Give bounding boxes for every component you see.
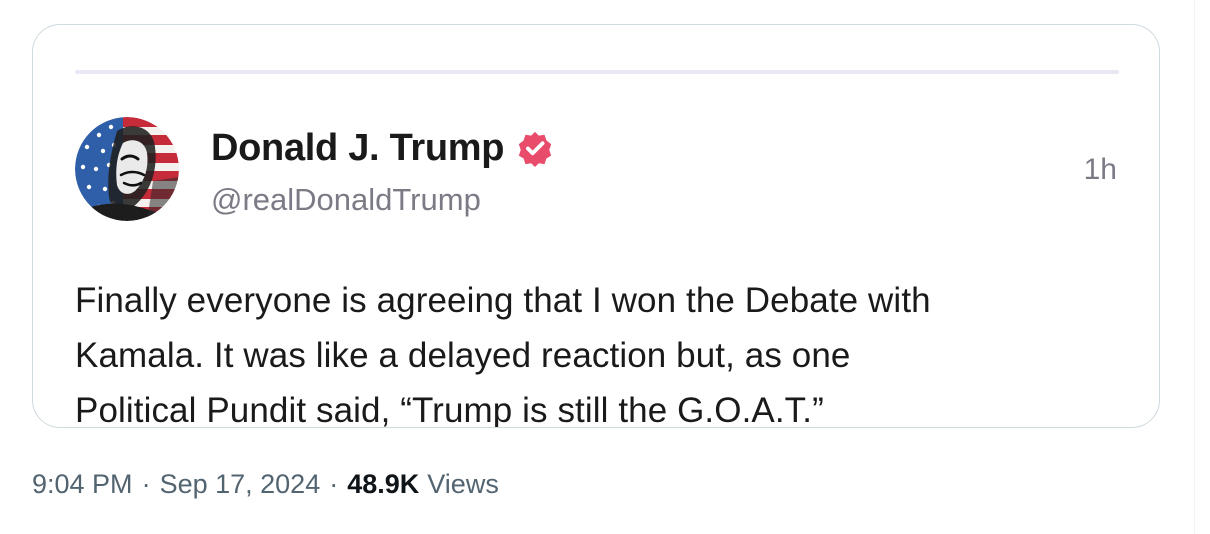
post-date-link[interactable]: Sep 17, 2024 xyxy=(160,466,321,502)
post-meta-footer: 9:04 PM · Sep 17, 2024 · 48.9K Views xyxy=(32,466,499,502)
author-handle[interactable]: @realDonaldTrump xyxy=(211,180,481,220)
views-label[interactable]: Views xyxy=(427,466,499,502)
author-name-row[interactable]: Donald J. Trump xyxy=(211,125,554,171)
embedded-post-card[interactable]: Donald J. Trump @realDonaldTrump 1h Fina… xyxy=(32,24,1160,428)
post-time-link[interactable]: 9:04 PM xyxy=(32,466,133,502)
separator-dot: · xyxy=(141,469,151,499)
author-display-name[interactable]: Donald J. Trump xyxy=(211,125,505,171)
relative-time[interactable]: 1h xyxy=(1084,151,1117,189)
separator-dot: · xyxy=(329,469,339,499)
right-divider xyxy=(1194,0,1195,534)
verified-badge-icon xyxy=(519,131,552,167)
card-top-divider xyxy=(75,70,1119,74)
american-flag-portrait-icon xyxy=(75,117,179,221)
post-text: Finally everyone is agreeing that I won … xyxy=(75,281,931,428)
avatar[interactable] xyxy=(75,117,179,221)
views-count[interactable]: 48.9K xyxy=(347,466,419,502)
